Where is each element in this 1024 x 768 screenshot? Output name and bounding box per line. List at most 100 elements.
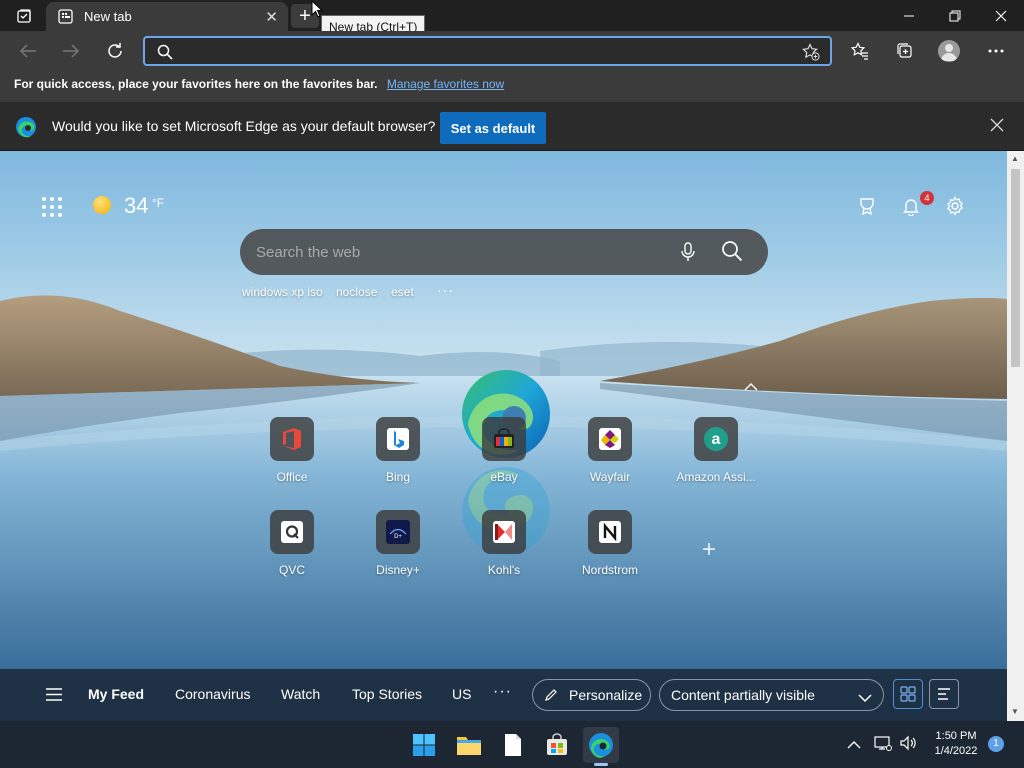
quick-link-nordstrom[interactable]: Nordstrom xyxy=(565,510,655,577)
tab-new-tab[interactable]: New tab ✕ xyxy=(46,2,288,31)
show-hidden-icons-chevron-icon[interactable] xyxy=(847,736,861,754)
file-explorer-button[interactable] xyxy=(451,727,487,763)
web-search-icon[interactable] xyxy=(721,240,743,267)
page-scrollbar[interactable]: ▲ ▼ xyxy=(1007,151,1024,721)
favorites-bar: For quick access, place your favorites h… xyxy=(0,72,1024,102)
notepad-button[interactable] xyxy=(495,727,531,763)
quick-link-label: Office xyxy=(276,470,308,484)
office-icon xyxy=(270,417,314,461)
banner-close-icon[interactable] xyxy=(990,118,1004,137)
default-browser-message: Would you like to set Microsoft Edge as … xyxy=(52,118,436,134)
set-as-default-button[interactable]: Set as default xyxy=(440,112,546,144)
notification-center-badge[interactable]: 1 xyxy=(988,736,1004,752)
recent-search-item[interactable]: windows xp iso xyxy=(242,285,323,299)
amazon-assistant-icon: a xyxy=(694,417,738,461)
close-window-button[interactable] xyxy=(978,0,1024,31)
tab-close-icon[interactable]: ✕ xyxy=(265,8,278,26)
feed-tab-us[interactable]: US xyxy=(452,686,471,702)
weather-unit: °F xyxy=(152,196,165,210)
feed-tab-watch[interactable]: Watch xyxy=(281,686,320,702)
profile-avatar[interactable] xyxy=(938,40,960,62)
quick-link-wayfair[interactable]: Wayfair xyxy=(565,417,655,484)
new-tab-page: 34 °F 4 windows xp iso noclose eset ··· xyxy=(0,151,1007,721)
personalize-button[interactable]: Personalize xyxy=(532,679,651,711)
quick-link-qvc[interactable]: QVC xyxy=(247,510,337,577)
volume-speaker-icon[interactable] xyxy=(899,735,917,756)
address-input[interactable] xyxy=(179,40,799,62)
microsoft-store-button[interactable] xyxy=(539,727,575,763)
title-bar: New tab ✕ + xyxy=(0,0,1024,31)
quick-link-office[interactable]: Office xyxy=(247,417,337,484)
start-button[interactable] xyxy=(406,727,442,763)
quick-link-label: eBay xyxy=(490,470,518,484)
recent-search-item[interactable]: eset xyxy=(391,285,414,299)
rewards-icon[interactable] xyxy=(855,194,879,218)
quick-link-bing[interactable]: Bing xyxy=(353,417,443,484)
svg-text:D+: D+ xyxy=(394,534,402,540)
recent-search-item[interactable]: noclose xyxy=(336,285,377,299)
apps-launcher-icon[interactable] xyxy=(42,197,62,217)
new-tab-page-icon xyxy=(58,9,73,29)
web-search-input[interactable] xyxy=(256,240,666,264)
feed-more-icon[interactable]: ··· xyxy=(493,683,512,701)
tab-actions-icon[interactable] xyxy=(10,6,38,26)
content-visibility-value: Content partially visible xyxy=(671,687,815,703)
clock-time: 1:50 PM xyxy=(935,730,977,742)
feed-menu-hamburger-icon[interactable] xyxy=(45,688,63,706)
quick-link-disney-plus[interactable]: D+ Disney+ xyxy=(353,510,443,577)
quick-link-kohls[interactable]: Kohl's xyxy=(459,510,549,577)
ebay-icon xyxy=(482,417,526,461)
back-button[interactable] xyxy=(14,38,42,64)
windows-logo-icon xyxy=(413,734,435,756)
restore-button[interactable] xyxy=(932,0,978,31)
collections-icon[interactable] xyxy=(891,38,919,64)
taskbar-clock[interactable]: 1:50 PM 1/4/2022 xyxy=(930,729,982,759)
kohls-icon xyxy=(482,510,526,554)
feed-tab-top-stories[interactable]: Top Stories xyxy=(352,686,422,702)
scroll-down-arrow-icon[interactable]: ▼ xyxy=(1011,707,1019,716)
notifications-badge: 4 xyxy=(920,191,934,205)
sunny-weather-icon[interactable] xyxy=(93,196,111,214)
document-icon xyxy=(505,734,521,756)
quick-link-label: Amazon Assi... xyxy=(676,470,756,484)
disney-plus-icon: D+ xyxy=(376,510,420,554)
chevron-down-icon xyxy=(858,690,872,706)
scroll-up-arrow-icon[interactable]: ▲ xyxy=(1011,154,1019,163)
list-layout-button[interactable] xyxy=(929,679,959,709)
quick-link-amazon-assistant[interactable]: a Amazon Assi... xyxy=(671,417,761,484)
manage-favorites-link[interactable]: Manage favorites now xyxy=(387,77,504,91)
scrollbar-thumb[interactable] xyxy=(1011,169,1020,367)
quick-link-label: QVC xyxy=(278,563,305,577)
minimize-button[interactable] xyxy=(886,0,932,31)
network-icon[interactable] xyxy=(874,735,892,756)
add-quick-link-plus-icon[interactable]: + xyxy=(702,536,716,564)
quick-link-label: Disney+ xyxy=(376,563,420,577)
page-settings-gear-icon[interactable] xyxy=(943,194,967,218)
tab-title: New tab xyxy=(84,9,132,24)
feed-navigation-bar: My Feed Coronavirus Watch Top Stories US… xyxy=(0,669,1007,721)
feed-tab-my-feed[interactable]: My Feed xyxy=(88,686,144,702)
toolbar xyxy=(0,31,1024,72)
refresh-button[interactable] xyxy=(101,38,129,64)
svg-text:a: a xyxy=(712,431,721,448)
favorites-icon[interactable] xyxy=(846,38,874,64)
feed-tab-coronavirus[interactable]: Coronavirus xyxy=(175,686,250,702)
recent-searches-more-icon[interactable]: ··· xyxy=(437,282,454,298)
address-bar[interactable] xyxy=(143,36,832,66)
voice-search-microphone-icon[interactable] xyxy=(678,241,698,268)
grid-layout-button[interactable] xyxy=(893,679,923,709)
settings-more-icon[interactable] xyxy=(982,38,1010,64)
quick-link-ebay[interactable]: eBay xyxy=(459,417,549,484)
grid-layout-icon xyxy=(900,686,916,702)
content-visibility-select[interactable]: Content partially visible xyxy=(659,679,884,711)
edge-taskbar-button[interactable] xyxy=(583,727,619,763)
weather-temperature[interactable]: 34 xyxy=(124,193,148,219)
wayfair-icon xyxy=(588,417,632,461)
qvc-icon xyxy=(270,510,314,554)
add-favorite-icon[interactable] xyxy=(802,43,820,66)
forward-button[interactable] xyxy=(57,38,85,64)
web-search-box[interactable] xyxy=(240,229,768,275)
active-app-indicator xyxy=(594,763,608,766)
collapse-quick-links-chevron-icon[interactable] xyxy=(744,378,758,396)
quick-link-label: Wayfair xyxy=(589,470,631,484)
